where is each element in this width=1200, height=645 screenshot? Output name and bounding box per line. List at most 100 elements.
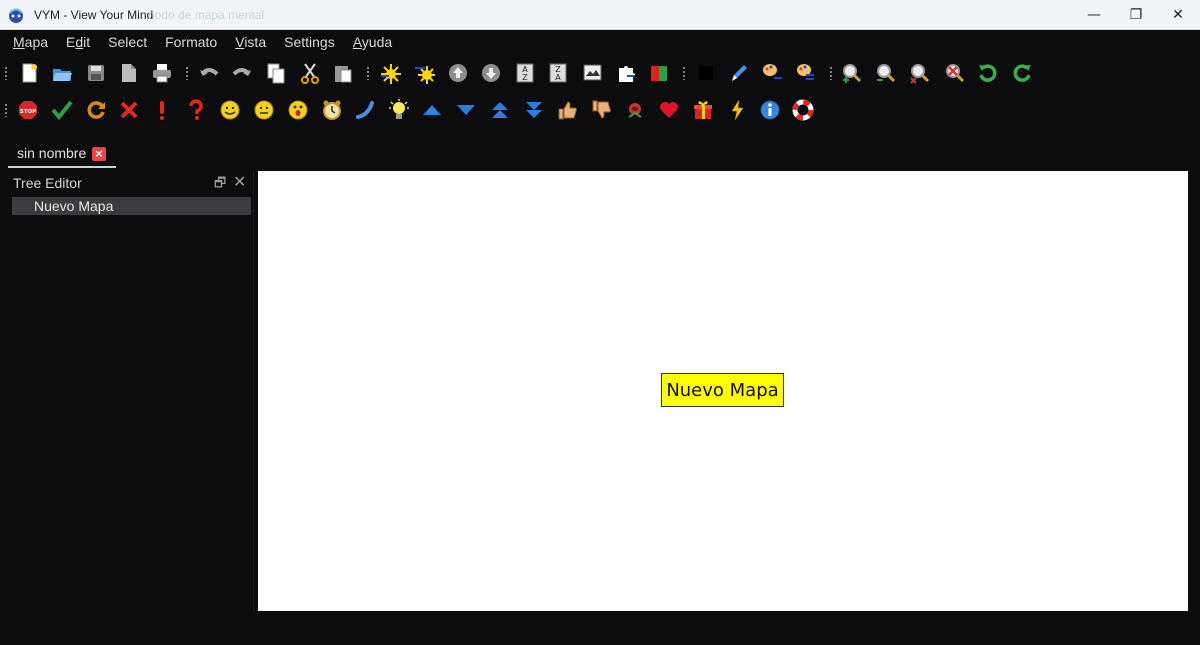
menu-ayuda[interactable]: Ayuda — [344, 34, 401, 50]
toolbar-grip[interactable] — [4, 66, 8, 80]
save-as-button[interactable] — [116, 60, 142, 86]
map-tab-bar: sin nombre × — [0, 140, 1200, 170]
float-panel-icon[interactable]: 🗗 — [214, 174, 228, 191]
toolbar-grip[interactable] — [4, 103, 8, 117]
black-color-icon — [699, 66, 713, 80]
rotate-left-button[interactable] — [975, 60, 1001, 86]
color-button[interactable] — [646, 60, 672, 86]
close-panel-icon[interactable]: ✕ — [233, 172, 247, 191]
check-flag-button[interactable] — [49, 97, 75, 123]
refresh-flag-icon — [87, 101, 105, 119]
close-icon: ✕ — [1172, 7, 1184, 23]
phone-button[interactable] — [352, 97, 378, 123]
lamp-button[interactable] — [386, 97, 412, 123]
toolbar-grip[interactable] — [682, 66, 686, 80]
open-icon — [53, 69, 72, 81]
format-painter-icon — [763, 64, 782, 79]
new-map-button[interactable] — [16, 60, 42, 86]
close-window-button[interactable]: ✕ — [1156, 0, 1200, 30]
toolbar-grip[interactable] — [366, 66, 370, 80]
flash-button[interactable] — [724, 97, 750, 123]
heart-button[interactable] — [656, 97, 682, 123]
cut-icon — [301, 63, 319, 84]
cut-button[interactable] — [297, 60, 323, 86]
paste-button[interactable] — [330, 60, 356, 86]
move-up-button[interactable] — [445, 60, 471, 86]
menu-settings[interactable]: Settings — [275, 34, 344, 50]
tree-item-label: Nuevo Mapa — [34, 198, 114, 214]
stop-flag-button[interactable]: STOP — [15, 97, 41, 123]
tree-item-root[interactable]: Nuevo Mapa — [12, 197, 251, 215]
smiley-surprised-icon — [288, 100, 308, 120]
insert-image-button[interactable] — [580, 60, 606, 86]
double-arrow-down-icon — [526, 102, 542, 118]
menu-formato[interactable]: Formato — [156, 34, 226, 50]
move-down-button[interactable] — [478, 60, 504, 86]
puzzle-button[interactable] — [613, 60, 639, 86]
menu-vista[interactable]: Vista — [226, 34, 275, 50]
smiley-happy-button[interactable] — [217, 97, 243, 123]
refresh-flag-button[interactable] — [83, 97, 109, 123]
smiley-neutral-button[interactable] — [251, 97, 277, 123]
open-button[interactable] — [49, 60, 75, 86]
zoom-cancel-button[interactable] — [941, 60, 967, 86]
phone-icon — [356, 101, 374, 119]
zoom-cancel-icon — [946, 64, 965, 83]
tree-editor-title: Tree Editor — [13, 175, 82, 191]
zoom-reset-button[interactable] — [907, 60, 933, 86]
svg-text:Z: Z — [522, 73, 528, 82]
clock-button[interactable] — [319, 97, 345, 123]
menu-mapa[interactable]: Mapa — [4, 34, 57, 50]
present-icon — [694, 101, 712, 119]
format-painter-2-button[interactable] — [793, 60, 819, 86]
arrow-down-button[interactable] — [453, 97, 479, 123]
minimize-icon: — — [1087, 7, 1101, 23]
copy-button[interactable] — [263, 60, 289, 86]
double-arrow-down-button[interactable] — [521, 97, 547, 123]
sort-az-button[interactable]: AZ — [512, 60, 538, 86]
info-button[interactable] — [757, 97, 783, 123]
minimize-button[interactable]: — — [1072, 0, 1116, 30]
thumb-up-button[interactable] — [554, 97, 580, 123]
print-button[interactable] — [149, 60, 175, 86]
rotate-right-button[interactable] — [1009, 60, 1035, 86]
map-canvas[interactable]: Nuevo Mapa — [258, 171, 1188, 611]
present-button[interactable] — [690, 97, 716, 123]
zoom-in-button[interactable] — [839, 60, 865, 86]
menu-edit-mnemonic: d — [75, 34, 84, 50]
root-node[interactable]: Nuevo Mapa — [661, 373, 784, 407]
lifebelt-button[interactable] — [790, 97, 816, 123]
tab-close-icon[interactable]: × — [92, 147, 106, 161]
menu-ayuda-mnemonic: A — [352, 34, 362, 50]
rose-button[interactable] — [622, 97, 648, 123]
save-as-icon — [122, 64, 136, 82]
info-icon — [760, 100, 780, 120]
sort-za-button[interactable]: ZA — [545, 60, 571, 86]
thumb-down-button[interactable] — [588, 97, 614, 123]
smiley-surprised-button[interactable] — [285, 97, 311, 123]
save-button[interactable] — [83, 60, 109, 86]
toolbar-grip[interactable] — [829, 66, 833, 80]
menu-edit[interactable]: Edit — [57, 34, 99, 50]
menu-ayuda-rest: yuda — [361, 34, 393, 50]
menu-select[interactable]: Select — [99, 34, 156, 50]
cross-flag-button[interactable] — [116, 97, 142, 123]
redo-button[interactable] — [229, 60, 255, 86]
move-down-icon — [482, 64, 500, 82]
add-branch-above-button[interactable] — [411, 60, 437, 86]
tab-sin-nombre[interactable]: sin nombre × — [8, 140, 116, 168]
toolbar-grip[interactable] — [185, 66, 189, 80]
arrow-up-button[interactable] — [419, 97, 445, 123]
undo-button[interactable] — [196, 60, 222, 86]
pen-button[interactable] — [726, 60, 752, 86]
zoom-out-button[interactable] — [873, 60, 899, 86]
add-branch-icon — [381, 64, 401, 84]
question-flag-button[interactable] — [183, 97, 209, 123]
black-color-button[interactable] — [693, 60, 719, 86]
format-painter-button[interactable] — [759, 60, 785, 86]
double-arrow-up-button[interactable] — [487, 97, 513, 123]
exclamation-flag-button[interactable] — [149, 97, 175, 123]
sort-za-icon: ZA — [549, 63, 567, 83]
add-branch-button[interactable] — [377, 60, 403, 86]
maximize-button[interactable]: ❐ — [1114, 0, 1158, 30]
